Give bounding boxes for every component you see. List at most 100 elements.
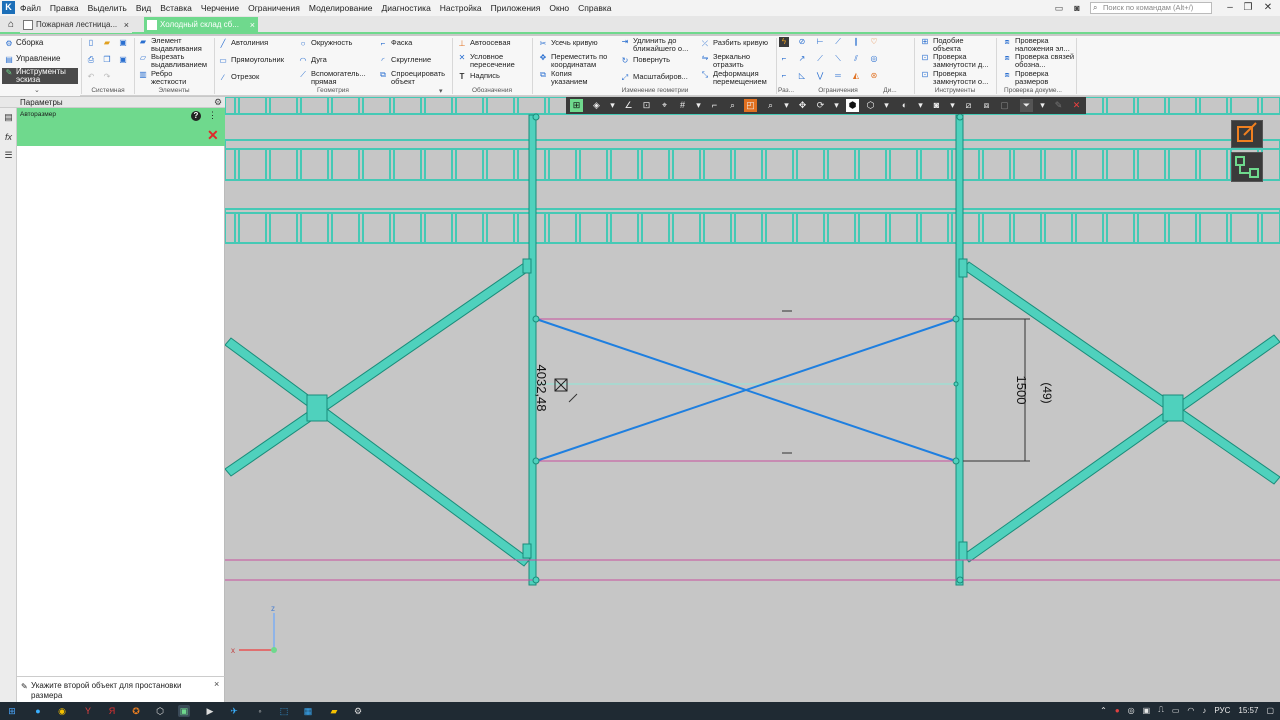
help-icon[interactable]: ? [191,111,201,121]
home-icon[interactable]: ⌂ [4,18,18,32]
constraint-icon[interactable]: ⋁ [815,71,825,81]
cancel-icon[interactable]: ✕ [1070,99,1083,112]
menu-view[interactable]: Вид [136,3,151,13]
menu-diagnostics[interactable]: Диагностика [382,3,431,13]
sketch-tree-button[interactable] [1231,152,1263,182]
app-icon[interactable]: ⬡ [154,705,166,717]
menu-select[interactable]: Выделить [88,3,127,13]
menu-modeling[interactable]: Моделирование [309,3,373,13]
constraint-icon[interactable]: ◎ [869,54,879,64]
deform-by-move-button[interactable]: ⤡ Деформация перемещением [700,70,775,85]
dropdown-chevron-icon[interactable]: ▾ [914,99,927,112]
constraint-icon[interactable]: ⌐ [779,71,789,81]
microphone-icon[interactable]: ⎍ [1158,705,1164,715]
constraint-icon[interactable]: ⊘ [797,37,807,47]
menu-edit[interactable]: Правка [50,3,79,13]
yandex-icon[interactable]: Y [82,705,94,717]
hide-icon[interactable]: ◐ [898,99,911,112]
camera-view-icon[interactable]: ◙ [930,99,943,112]
ortho-icon[interactable]: ⊡ [640,99,653,112]
orange-mode-icon[interactable]: ◰ [744,99,757,112]
copy-icon[interactable]: ❐ [102,55,112,65]
tree-panel-icon[interactable]: ▤ [3,112,14,123]
cut-extrude-button[interactable]: ▱ Вырезать выдавливанием [138,53,213,68]
language-indicator[interactable]: РУС [1214,706,1230,715]
new-document-icon[interactable]: ▯ [86,38,96,48]
menu-help[interactable]: Справка [578,3,611,13]
file-explorer-icon[interactable]: ▰ [328,705,340,717]
constraint-icon[interactable]: ⫽ [851,54,861,64]
tray-icon[interactable]: ● [1115,706,1120,715]
constraint-icon[interactable]: ═ [833,71,843,81]
constraint-icon[interactable]: ◺ [797,71,807,81]
constraint-icon[interactable]: ∥ [851,37,861,47]
start-icon[interactable]: ⊞ [6,705,18,717]
open-folder-icon[interactable]: ▰ [102,38,112,48]
sizes-check-button[interactable]: ⧈ Проверка размеров [1002,70,1065,85]
scale-button[interactable]: ⤢ Масштабиров... [620,73,688,83]
variables-fx-icon[interactable]: fx [3,132,14,143]
measure-icon[interactable]: ⧈ [980,99,993,112]
expand-chevron-icon[interactable]: ⌄ [34,86,40,94]
dropdown-chevron-icon[interactable]: ▾ [946,99,959,112]
group-expand-icon[interactable]: ▾ [439,87,443,95]
overlap-check-button[interactable]: ⧈ Проверка наложения эл... [1002,37,1075,52]
inscription-button[interactable]: T Надпись [457,72,500,82]
fillet-button[interactable]: ◜ Скругление [378,56,431,66]
tab-fire-ladder[interactable]: Пожарная лестница... × [20,17,132,33]
dropdown-chevron-icon[interactable]: ▾ [1036,99,1049,112]
close-tab-icon[interactable]: × [250,17,255,33]
app-icon[interactable]: Я [106,705,118,717]
app-icon[interactable]: ⬚ [278,705,290,717]
tray-icon[interactable]: ▣ [1143,706,1151,715]
kompas-icon[interactable]: ▣ [178,705,190,717]
chrome-icon[interactable]: ◉ [56,705,68,717]
constraint-icon[interactable]: ⟋ [833,37,843,47]
angle-icon[interactable]: ∠ [622,99,635,112]
hint-close-icon[interactable]: × [214,679,219,689]
command-search-input[interactable]: ⌕ Поиск по командам (Alt+/) [1090,2,1212,14]
conditional-intersection-button[interactable]: ✕ Условное пересечение [457,53,528,68]
constraint-icon[interactable]: ♡ [869,37,879,47]
redo-icon[interactable]: ↷ [102,72,112,82]
coords-icon[interactable]: ⌖ [658,99,671,112]
tray-icon[interactable]: ⌃ [1100,706,1107,715]
chamfer-button[interactable]: ⌐ Фаска [378,39,413,49]
constraint-icon[interactable]: ⟍ [833,54,843,64]
menu-window[interactable]: Окно [549,3,569,13]
layers-icon[interactable]: ☰ [3,150,14,161]
orientation-cube-icon[interactable]: ⬢ [846,99,859,112]
closure-check-1-button[interactable]: ⊡ Проверка замкнутости д... [920,53,997,68]
move-by-coords-button[interactable]: ✥ Переместить по координатам [538,53,617,68]
camera-icon[interactable]: ◙ [1070,1,1084,15]
menu-drawing[interactable]: Черчение [201,3,239,13]
menu-file[interactable]: Файл [20,3,41,13]
closure-check-2-button[interactable]: ⊡ Проверка замкнутости о... [920,70,997,85]
drawing-svg[interactable]: 1500 (49) 4032,48 x z [225,97,1280,702]
section-icon[interactable]: ⧄ [962,99,975,112]
app-icon[interactable]: ✪ [130,705,142,717]
segment-button[interactable]: ∕ Отрезок [218,73,259,83]
dropdown-chevron-icon[interactable]: ▾ [780,99,793,112]
menu-constraints[interactable]: Ограничения [248,3,300,13]
rotate-button[interactable]: ↻ Повернуть [620,56,670,66]
close-tab-icon[interactable]: × [124,17,129,33]
edge-icon[interactable]: ● [32,705,44,717]
notifications-icon[interactable]: ▢ [1266,706,1274,715]
split-curve-button[interactable]: ⤫ Разбить кривую [700,39,768,49]
rib-button[interactable]: ▥ Ребро жесткости [138,70,203,85]
dropdown-chevron-icon[interactable]: ▾ [692,99,705,112]
trim-curve-button[interactable]: ✂ Усечь кривую [538,39,598,49]
save-icon[interactable]: ▣ [118,38,128,48]
tray-icon[interactable]: ◎ [1128,706,1135,715]
dropdown-chevron-icon[interactable]: ▾ [880,99,893,112]
constraint-icon[interactable]: ⊢ [815,37,825,47]
filter-icon[interactable]: ⏷ [1020,99,1033,112]
extrude-element-button[interactable]: ▰ Элемент выдавливания [138,37,213,52]
app-icon[interactable]: ✈ [228,705,240,717]
menu-settings[interactable]: Настройка [440,3,482,13]
constraint-icon[interactable]: ◭ [851,71,861,81]
print-icon[interactable]: ⎙ [86,55,96,65]
extend-to-nearest-button[interactable]: ⇥ Удлинить до ближайшего о... [620,37,697,52]
mode-sketch-tools[interactable]: ✎ Инструменты эскиза [2,68,78,84]
